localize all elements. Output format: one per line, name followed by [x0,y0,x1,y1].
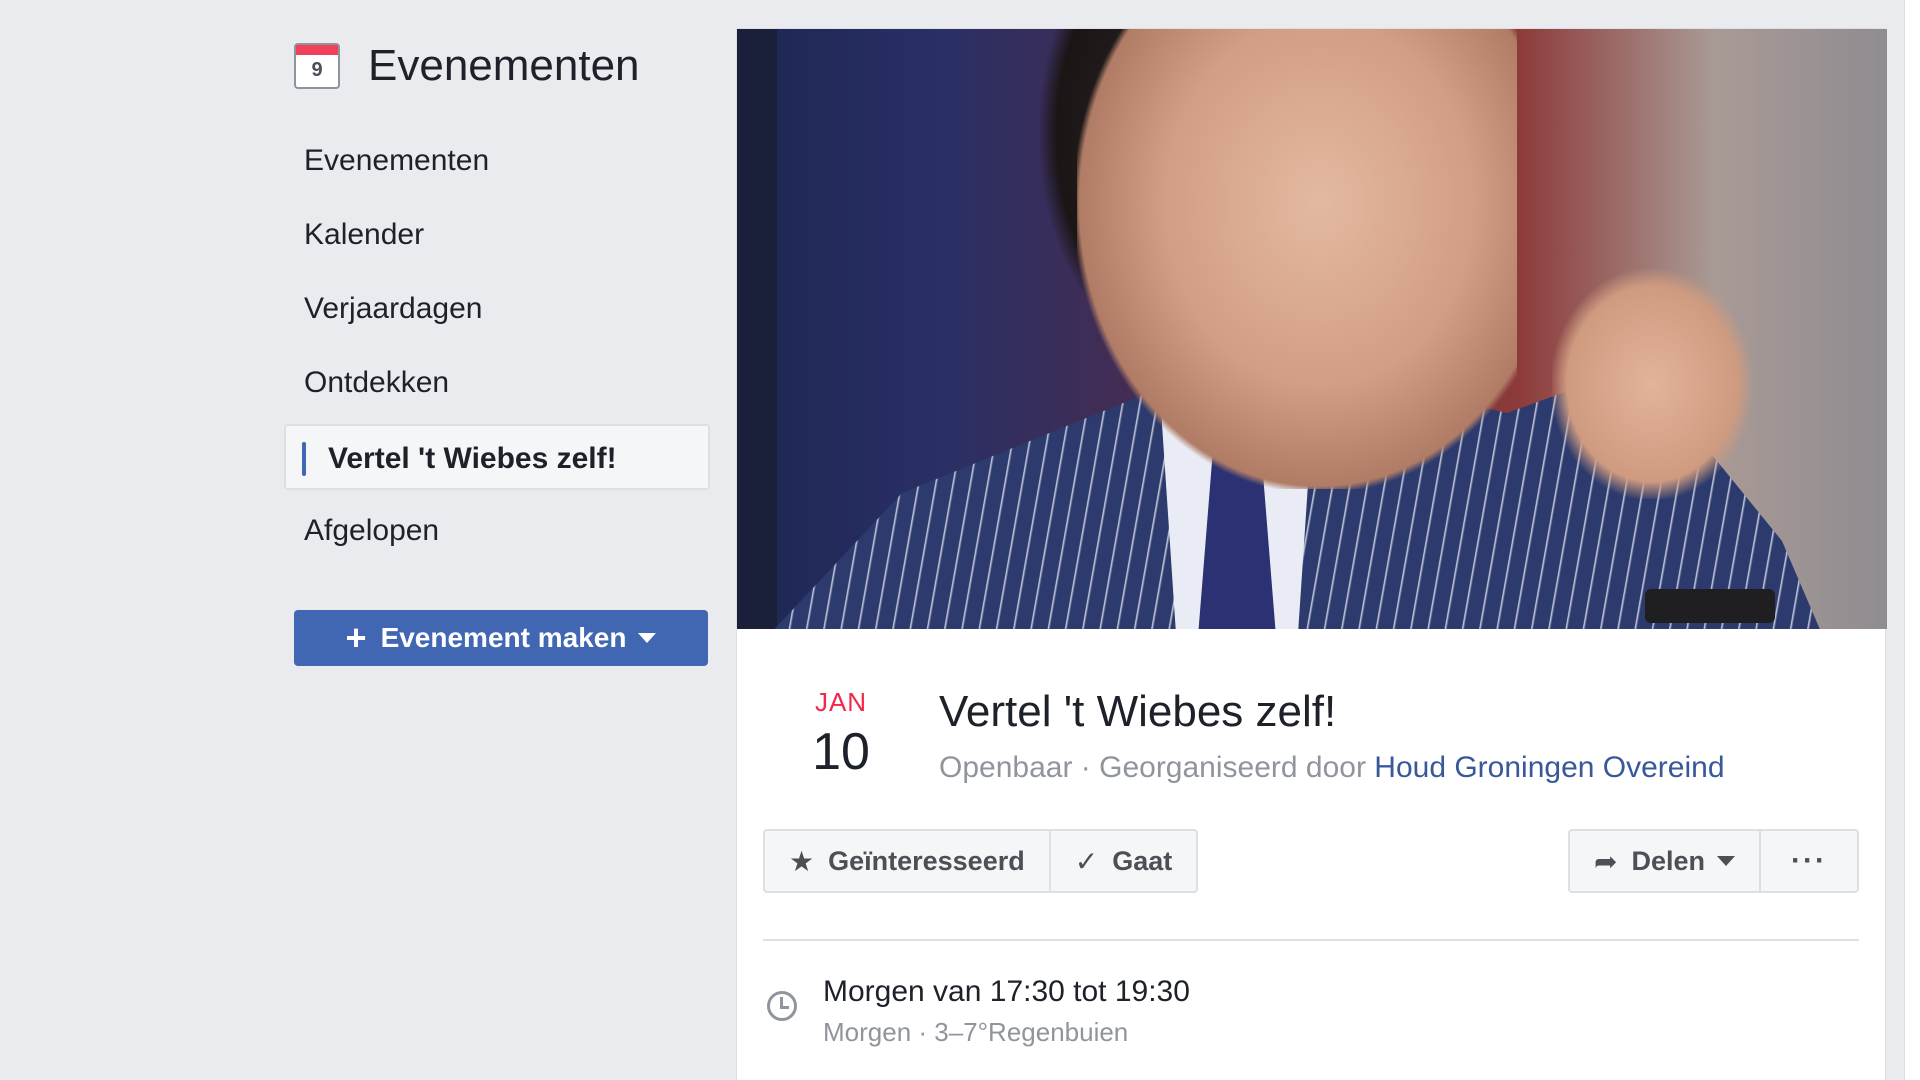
event-actions: ★ Geïnteresseerd ✓ Gaat ➦ Delen ··· [737,829,1885,903]
checkmark-icon: ✓ [1074,845,1099,877]
organized-by-label: Georganiseerd door [1099,751,1366,784]
sidebar-item-ontdekken[interactable]: Ontdekken [284,350,710,416]
cover-hand [1552,269,1752,499]
chevron-down-icon [1717,856,1736,866]
cover-face [1077,29,1517,489]
event-time-row: Morgen van 17:30 tot 19:30 Morgen · 3–7°… [737,941,1885,1061]
event-date-month: JAN [814,687,868,717]
cover-watch [1645,589,1775,623]
sidebar-item-kalender[interactable]: Kalender [284,202,710,268]
interested-button[interactable]: ★ Geïnteresseerd [765,831,1049,891]
event-date: JAN 10 [781,687,901,782]
meta-separator: · [1072,751,1100,784]
sidebar-item-current-event[interactable]: Vertel 't Wiebes zelf! [284,424,710,490]
sidebar-header: 9 Evenementen [284,34,710,98]
sidebar-title: Evenementen [368,41,640,90]
calendar-icon: 9 [294,43,340,89]
event-time[interactable]: Morgen van 17:30 tot 19:30 [823,975,1190,1009]
more-options-button[interactable]: ··· [1759,831,1857,891]
event-cover-photo[interactable] [737,29,1887,629]
event-card: JAN 10 Vertel 't Wiebes zelf! Openbaar ·… [736,28,1887,1080]
event-privacy: Openbaar [939,751,1073,784]
event-date-day: 10 [812,723,870,781]
interested-label: Geïnteresseerd [828,845,1025,876]
star-icon: ★ [789,845,815,877]
clock-icon [767,991,797,1021]
sidebar-nav: Evenementen Kalender Verjaardagen Ontdek… [284,128,710,564]
sidebar-item-evenementen[interactable]: Evenementen [284,128,710,194]
going-button[interactable]: ✓ Gaat [1048,831,1197,891]
cover-shadow [737,29,777,629]
create-event-button[interactable]: + Evenement maken [294,610,708,666]
organizer-link[interactable]: Houd Groningen Overeind [1374,751,1724,784]
event-title: Vertel 't Wiebes zelf! [939,687,1337,736]
share-button[interactable]: ➦ Delen [1570,831,1759,891]
chevron-down-icon [638,633,657,643]
sidebar-item-afgelopen[interactable]: Afgelopen [284,498,710,564]
right-column-edge [1904,0,1920,1080]
calendar-icon-top [296,45,338,55]
share-arrow-icon: ➦ [1594,845,1618,877]
create-event-label: Evenement maken [380,622,627,653]
event-meta: Openbaar · Georganiseerd door Houd Groni… [939,751,1725,785]
plus-icon: + [345,617,367,658]
rsvp-button-group: ★ Geïnteresseerd ✓ Gaat [763,829,1199,893]
share-button-group: ➦ Delen ··· [1568,829,1859,893]
calendar-icon-day: 9 [311,59,323,81]
events-sidebar: 9 Evenementen Evenementen Kalender Verja… [284,34,710,666]
event-header: JAN 10 Vertel 't Wiebes zelf! Openbaar ·… [737,629,1885,829]
share-label: Delen [1631,845,1706,876]
going-label: Gaat [1112,845,1173,876]
sidebar-item-verjaardagen[interactable]: Verjaardagen [284,276,710,342]
event-weather: Morgen · 3–7°Regenbuien [823,1017,1129,1047]
